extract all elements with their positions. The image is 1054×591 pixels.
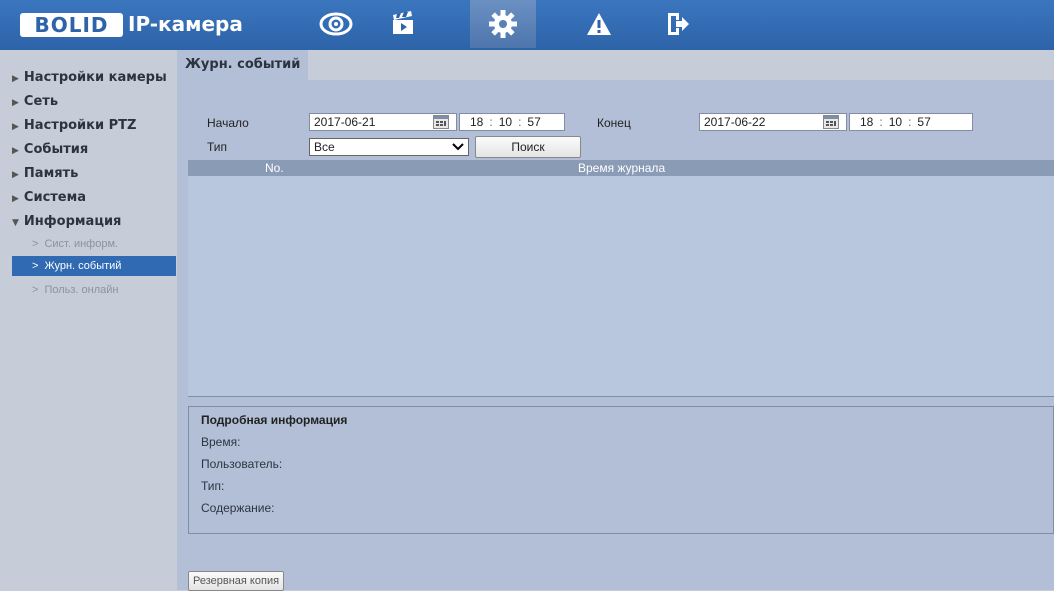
tab-event-log[interactable]: Журн. событий: [177, 50, 309, 80]
sidebar-item-storage[interactable]: ▶ Память: [12, 166, 78, 181]
detail-type-label: Тип:: [201, 479, 225, 493]
chevron-right-icon: >: [32, 284, 39, 296]
column-header-log-time: Время журнала: [578, 161, 666, 175]
chevron-down-icon: [452, 143, 464, 151]
logout-icon: [668, 13, 689, 35]
backup-button[interactable]: Резервная копия: [188, 571, 285, 591]
tab-strip: Журн. событий: [177, 50, 1054, 80]
end-label: Конец: [597, 116, 631, 130]
settings-button[interactable]: [470, 0, 536, 48]
table-header: No. Время журнала: [188, 160, 1054, 176]
start-label: Начало: [207, 116, 249, 130]
main-panel: Журн. событий Начало 2017-06-21 18: 10: …: [177, 50, 1054, 591]
triangle-right-icon: ▶: [12, 146, 19, 156]
sidebar-item-network[interactable]: ▶ Сеть: [12, 94, 58, 109]
gear-icon: [489, 10, 517, 38]
sidebar-item-information[interactable]: ▼ Информация: [12, 214, 121, 229]
end-time-field[interactable]: 18: 10: 57: [849, 113, 973, 131]
triangle-right-icon: ▶: [12, 74, 19, 84]
playback-button[interactable]: [370, 0, 436, 48]
type-label: Тип: [207, 140, 228, 154]
column-header-no: No.: [265, 161, 284, 175]
detail-panel: Подробная информация Время: Пользователь…: [188, 406, 1054, 534]
top-bar: BOLID IP-камера: [0, 0, 1054, 50]
logo: BOLID: [20, 13, 123, 37]
alarm-button[interactable]: [566, 0, 632, 48]
detail-time-label: Время:: [201, 435, 241, 449]
detail-title: Подробная информация: [201, 413, 348, 427]
sidebar-item-ptz[interactable]: ▶ Настройки PTZ: [12, 118, 136, 133]
type-select[interactable]: Все: [309, 138, 469, 156]
triangle-right-icon: ▶: [12, 122, 19, 132]
live-view-button[interactable]: [303, 0, 369, 48]
sidebar-subitem-online-users[interactable]: > Польз. онлайн: [12, 280, 176, 300]
clapperboard-icon: [393, 11, 413, 34]
detail-content-label: Содержание:: [201, 501, 275, 515]
triangle-right-icon: ▶: [12, 194, 19, 204]
triangle-right-icon: ▶: [12, 170, 19, 180]
detail-user-label: Пользователь:: [201, 457, 283, 471]
chevron-right-icon: >: [32, 260, 39, 272]
sidebar-item-camera-settings[interactable]: ▶ Настройки камеры: [12, 70, 167, 85]
sidebar-item-events[interactable]: ▶ События: [12, 142, 88, 157]
triangle-down-icon: ▼: [12, 218, 19, 228]
calendar-icon[interactable]: [823, 115, 839, 129]
sidebar-item-system[interactable]: ▶ Система: [12, 190, 86, 205]
calendar-icon[interactable]: [433, 115, 449, 129]
chevron-right-icon: >: [32, 238, 39, 250]
log-table-body[interactable]: [188, 176, 1054, 397]
logout-button[interactable]: [645, 0, 711, 48]
app-title: IP-камера: [128, 12, 243, 36]
sidebar: ▶ Настройки камеры ▶ Сеть ▶ Настройки PTZ ▶…: [0, 50, 177, 590]
start-time-field[interactable]: 18: 10: 57: [459, 113, 565, 131]
warning-icon: [587, 13, 611, 35]
sidebar-subitem-event-log[interactable]: > Журн. событий: [12, 256, 176, 276]
triangle-right-icon: ▶: [12, 98, 19, 108]
eye-icon: [319, 12, 353, 36]
sidebar-subitem-sys-info[interactable]: > Сист. информ.: [12, 234, 176, 254]
search-button[interactable]: Поиск: [475, 136, 581, 158]
logo-text: BOLID: [34, 13, 109, 37]
